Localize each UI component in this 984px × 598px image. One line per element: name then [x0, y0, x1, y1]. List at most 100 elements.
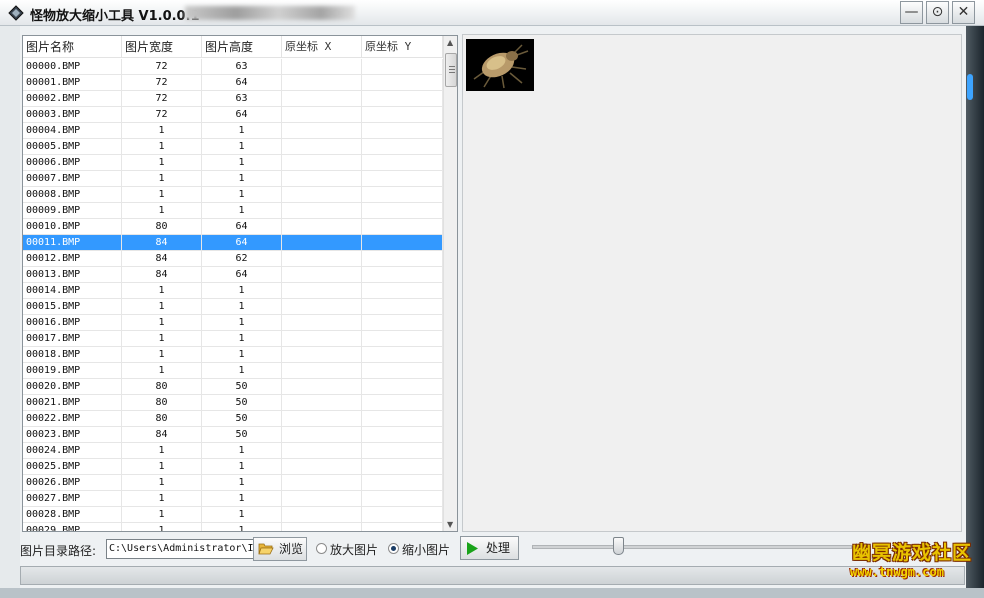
frame-accent — [967, 74, 973, 100]
cell-name: 00024.BMP — [23, 443, 122, 458]
table-row[interactable]: 00024.BMP 1 1 — [23, 443, 443, 459]
vertical-scrollbar[interactable]: ▲ ▼ — [443, 36, 457, 531]
table-row[interactable]: 00003.BMP 72 64 — [23, 107, 443, 123]
cell-name: 00027.BMP — [23, 491, 122, 506]
cell-height: 1 — [202, 299, 282, 314]
table-row[interactable]: 00011.BMP 84 64 — [23, 235, 443, 251]
column-header-x[interactable]: 原坐标 X — [282, 36, 362, 58]
cell-width: 80 — [122, 379, 202, 394]
scale-slider-track[interactable] — [532, 545, 852, 549]
scroll-up-icon[interactable]: ▲ — [447, 38, 453, 47]
table-row[interactable]: 00000.BMP 72 63 — [23, 59, 443, 75]
table-row[interactable]: 00018.BMP 1 1 — [23, 347, 443, 363]
table-row[interactable]: 00008.BMP 1 1 — [23, 187, 443, 203]
table-row[interactable]: 00014.BMP 1 1 — [23, 283, 443, 299]
table-row[interactable]: 00026.BMP 1 1 — [23, 475, 443, 491]
table-row[interactable]: 00001.BMP 72 64 — [23, 75, 443, 91]
cell-x — [282, 459, 362, 474]
cell-y — [362, 267, 443, 282]
cell-name: 00025.BMP — [23, 459, 122, 474]
cell-name: 00018.BMP — [23, 347, 122, 362]
cell-x — [282, 139, 362, 154]
column-header-height[interactable]: 图片高度 — [202, 36, 282, 58]
cell-height: 1 — [202, 171, 282, 186]
cell-name: 00016.BMP — [23, 315, 122, 330]
minimize-button[interactable]: — — [900, 1, 923, 24]
cell-name: 00002.BMP — [23, 91, 122, 106]
enlarge-label[interactable]: 放大图片 — [330, 541, 378, 558]
table-row[interactable]: 00025.BMP 1 1 — [23, 459, 443, 475]
table-row[interactable]: 00009.BMP 1 1 — [23, 203, 443, 219]
cell-name: 00021.BMP — [23, 395, 122, 410]
table-row[interactable]: 00028.BMP 1 1 — [23, 507, 443, 523]
cell-name: 00028.BMP — [23, 507, 122, 522]
cell-x — [282, 203, 362, 218]
cell-name: 00015.BMP — [23, 299, 122, 314]
close-button[interactable]: ✕ — [952, 1, 975, 24]
cell-x — [282, 507, 362, 522]
cell-name: 00007.BMP — [23, 171, 122, 186]
cell-name: 00019.BMP — [23, 363, 122, 378]
cell-height: 63 — [202, 91, 282, 106]
cell-name: 00008.BMP — [23, 187, 122, 202]
table-row[interactable]: 00016.BMP 1 1 — [23, 315, 443, 331]
cell-height: 64 — [202, 75, 282, 90]
cell-y — [362, 315, 443, 330]
shrink-label[interactable]: 缩小图片 — [402, 541, 450, 558]
column-header-width[interactable]: 图片宽度 — [122, 36, 202, 58]
cell-width: 80 — [122, 411, 202, 426]
cell-name: 00000.BMP — [23, 59, 122, 74]
cell-width: 1 — [122, 459, 202, 474]
monster-preview-image — [466, 39, 534, 91]
browse-button[interactable]: 浏览 — [253, 537, 307, 561]
table-row[interactable]: 00006.BMP 1 1 — [23, 155, 443, 171]
right-frame — [966, 26, 984, 598]
path-input[interactable]: C:\Users\Administrator\I — [106, 539, 272, 559]
preview-panel — [462, 34, 962, 532]
cell-width: 80 — [122, 219, 202, 234]
cell-height: 1 — [202, 331, 282, 346]
cell-width: 1 — [122, 123, 202, 138]
cell-y — [362, 283, 443, 298]
table-row[interactable]: 00021.BMP 80 50 — [23, 395, 443, 411]
cell-y — [362, 235, 443, 250]
left-frame — [0, 26, 20, 598]
table-row[interactable]: 00017.BMP 1 1 — [23, 331, 443, 347]
title-bar[interactable]: 怪物放大缩小工具 V1.0.0.1 — ⊙ ✕ — [0, 0, 984, 26]
cell-name: 00009.BMP — [23, 203, 122, 218]
cell-height: 1 — [202, 475, 282, 490]
table-row[interactable]: 00029.BMP 1 1 — [23, 523, 443, 531]
table-row[interactable]: 00023.BMP 84 50 — [23, 427, 443, 443]
table-row[interactable]: 00019.BMP 1 1 — [23, 363, 443, 379]
table-row[interactable]: 00004.BMP 1 1 — [23, 123, 443, 139]
table-row[interactable]: 00012.BMP 84 62 — [23, 251, 443, 267]
table-row[interactable]: 00022.BMP 80 50 — [23, 411, 443, 427]
table-row[interactable]: 00013.BMP 84 64 — [23, 267, 443, 283]
cell-y — [362, 251, 443, 266]
options-button[interactable]: ⊙ — [926, 1, 949, 24]
table-row[interactable]: 00005.BMP 1 1 — [23, 139, 443, 155]
scroll-thumb[interactable] — [445, 53, 457, 87]
control-bar: 图片目录路径: C:\Users\Administrator\I 浏览 放大图片… — [20, 535, 965, 563]
cell-width: 1 — [122, 523, 202, 531]
cell-x — [282, 331, 362, 346]
column-header-y[interactable]: 原坐标 Y — [362, 36, 443, 58]
cell-height: 1 — [202, 203, 282, 218]
table-row[interactable]: 00015.BMP 1 1 — [23, 299, 443, 315]
image-list[interactable]: 图片名称 图片宽度 图片高度 原坐标 X 原坐标 Y 00000.BMP 72 63… — [22, 35, 458, 532]
cell-width: 1 — [122, 171, 202, 186]
table-row[interactable]: 00010.BMP 80 64 — [23, 219, 443, 235]
shrink-radio[interactable] — [388, 543, 399, 554]
cell-width: 1 — [122, 475, 202, 490]
process-button[interactable]: 处理 — [460, 536, 519, 560]
scale-slider-thumb[interactable] — [613, 537, 625, 555]
table-row[interactable]: 00020.BMP 80 50 — [23, 379, 443, 395]
table-row[interactable]: 00007.BMP 1 1 — [23, 171, 443, 187]
cell-width: 72 — [122, 59, 202, 74]
list-header: 图片名称 图片宽度 图片高度 原坐标 X 原坐标 Y — [23, 36, 443, 58]
table-row[interactable]: 00002.BMP 72 63 — [23, 91, 443, 107]
table-row[interactable]: 00027.BMP 1 1 — [23, 491, 443, 507]
enlarge-radio[interactable] — [316, 543, 327, 554]
scroll-down-icon[interactable]: ▼ — [447, 520, 453, 529]
column-header-name[interactable]: 图片名称 — [23, 36, 122, 58]
